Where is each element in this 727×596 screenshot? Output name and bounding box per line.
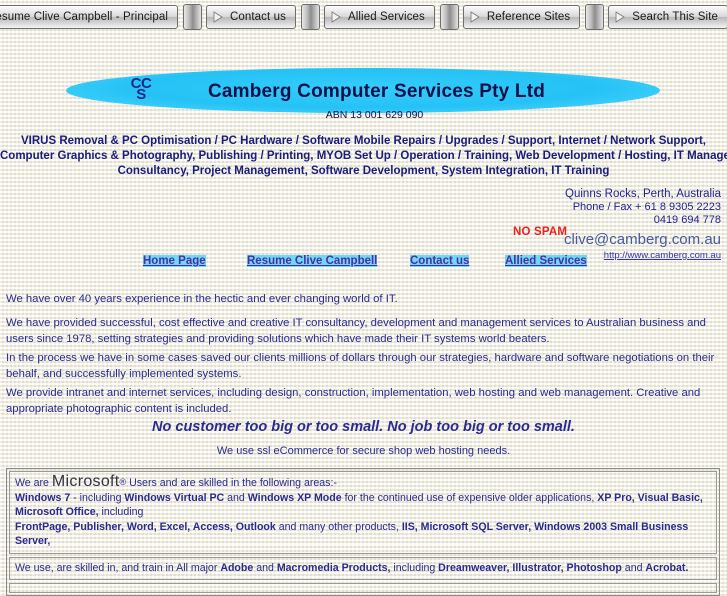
nav-tab-search-this-site-label: Search This Site — [632, 11, 718, 23]
paragraph-savings: In the process we have in some cases sav… — [6, 352, 715, 380]
services-line-1: VIRUS Removal & PC Optimisation / PC Har… — [20, 135, 706, 147]
company-abn: ABN 13 001 629 090 — [325, 109, 424, 121]
chevron-right-icon — [470, 11, 480, 23]
link-home-page[interactable]: Home Page — [143, 255, 206, 267]
chevron-right-icon — [331, 11, 341, 23]
ms-virtual-pc: Windows Virtual PC — [124, 491, 225, 504]
nav-tab-contact[interactable]: Contact us — [205, 5, 296, 29]
nav-tab-reference-sites-label: Reference Sites — [486, 11, 571, 23]
top-navigation-bar: Resume Clive Campbell - Principal Contac… — [0, 4, 727, 30]
paragraph-services-history: We have provided successful, cost effect… — [6, 317, 706, 345]
macromedia-brand: Macromedia Products, — [276, 561, 391, 574]
third-skills-box-clipped — [9, 583, 717, 593]
nav-tab-resume[interactable]: Resume Clive Campbell - Principal — [0, 5, 178, 29]
ms-l2f: for the continued use of expensive older… — [341, 491, 598, 504]
nav-tab-separator-cap — [182, 4, 202, 30]
adobe-c: and — [253, 561, 277, 574]
adobe-macromedia-skills-box: We use, are skilled in, and train in All… — [9, 556, 717, 580]
paragraph-internet-services: We provide intranet and internet service… — [6, 387, 701, 415]
services-line-3: Consultancy, Project Management, Softwar… — [117, 165, 610, 177]
adobe-e: including — [390, 561, 439, 574]
ms-windows7: Windows 7 — [15, 491, 71, 504]
services-line-2: Computer Graphics & Photography, Publish… — [0, 150, 727, 162]
contact-mobile: 0419 694 778 — [653, 214, 721, 226]
link-resume[interactable]: Resume Clive Campbell — [247, 255, 378, 267]
ms-office-apps: FrontPage, Publisher, Word, Excel, Acces… — [15, 520, 276, 533]
adobe-apps: Dreamweaver, Illustrator, Photoshop — [438, 561, 622, 574]
adobe-g: and — [621, 561, 646, 574]
ms-l2d: and — [224, 491, 248, 504]
adobe-prefix: We use, are skilled in, and train in All… — [15, 561, 221, 574]
contact-phone: Phone / Fax + 61 8 9305 2223 — [572, 201, 721, 213]
contact-address: Quinns Rocks, Perth, Australia — [565, 188, 721, 200]
microsoft-skills-box: We are Microsoft® Users and are skilled … — [9, 471, 717, 554]
nav-tab-resume-label: Resume Clive Campbell - Principal — [0, 11, 168, 23]
nav-tab-separator-cap — [439, 4, 459, 30]
link-contact-us[interactable]: Contact us — [410, 255, 470, 267]
inline-link-row: Home Page Resume Clive Campbell Contact … — [0, 255, 727, 271]
nav-tab-separator-cap — [300, 4, 320, 30]
company-name: Camberg Computer Services Pty Ltd — [207, 81, 546, 102]
ssl-ecommerce-note: We use ssl eCommerce for secure shop web… — [216, 445, 511, 457]
no-spam-notice: NO SPAM — [513, 226, 568, 238]
microsoft-intro-line: We are Microsoft® Users and are skilled … — [15, 473, 711, 491]
nav-tab-contact-label: Contact us — [229, 11, 286, 23]
paragraph-experience: We have over 40 years experience in the … — [6, 293, 398, 305]
acrobat-app: Acrobat. — [645, 561, 689, 574]
tagline: No customer too big or too small. No job… — [152, 419, 575, 435]
ms-l2b: - including — [70, 491, 125, 504]
adobe-brand: Adobe — [220, 561, 254, 574]
link-allied-services[interactable]: Allied Services — [505, 255, 587, 267]
microsoft-products-line-1: Windows 7 - including Windows Virtual PC… — [15, 491, 711, 520]
chevron-right-icon — [213, 11, 223, 23]
services-summary: VIRUS Removal & PC Optimisation / PC Har… — [0, 134, 727, 179]
ms-l3b: and many other products, — [275, 520, 402, 533]
microsoft-wordmark: Microsoft — [51, 473, 120, 490]
ms-xp-mode: Windows XP Mode — [247, 491, 342, 504]
nav-tab-allied-services[interactable]: Allied Services — [323, 5, 435, 29]
nav-tab-separator-cap — [585, 4, 605, 30]
nav-tab-allied-services-label: Allied Services — [347, 11, 425, 23]
contact-email[interactable]: clive@camberg.com.au — [421, 230, 721, 250]
nav-tab-reference-sites[interactable]: Reference Sites — [462, 5, 581, 29]
chevron-right-icon — [615, 11, 625, 23]
ms-intro-suffix: Users and are skilled in the following a… — [126, 477, 337, 489]
contact-details: Quinns Rocks, Perth, Australia Phone / F… — [421, 188, 721, 262]
ms-intro-prefix: We are — [15, 477, 52, 489]
ms-l2h: including — [98, 506, 144, 518]
nav-tab-search-this-site[interactable]: Search This Site — [608, 5, 727, 29]
skills-box-group: We are Microsoft® Users and are skilled … — [6, 468, 720, 596]
microsoft-products-line-2: FrontPage, Publisher, Word, Excel, Acces… — [15, 520, 711, 549]
